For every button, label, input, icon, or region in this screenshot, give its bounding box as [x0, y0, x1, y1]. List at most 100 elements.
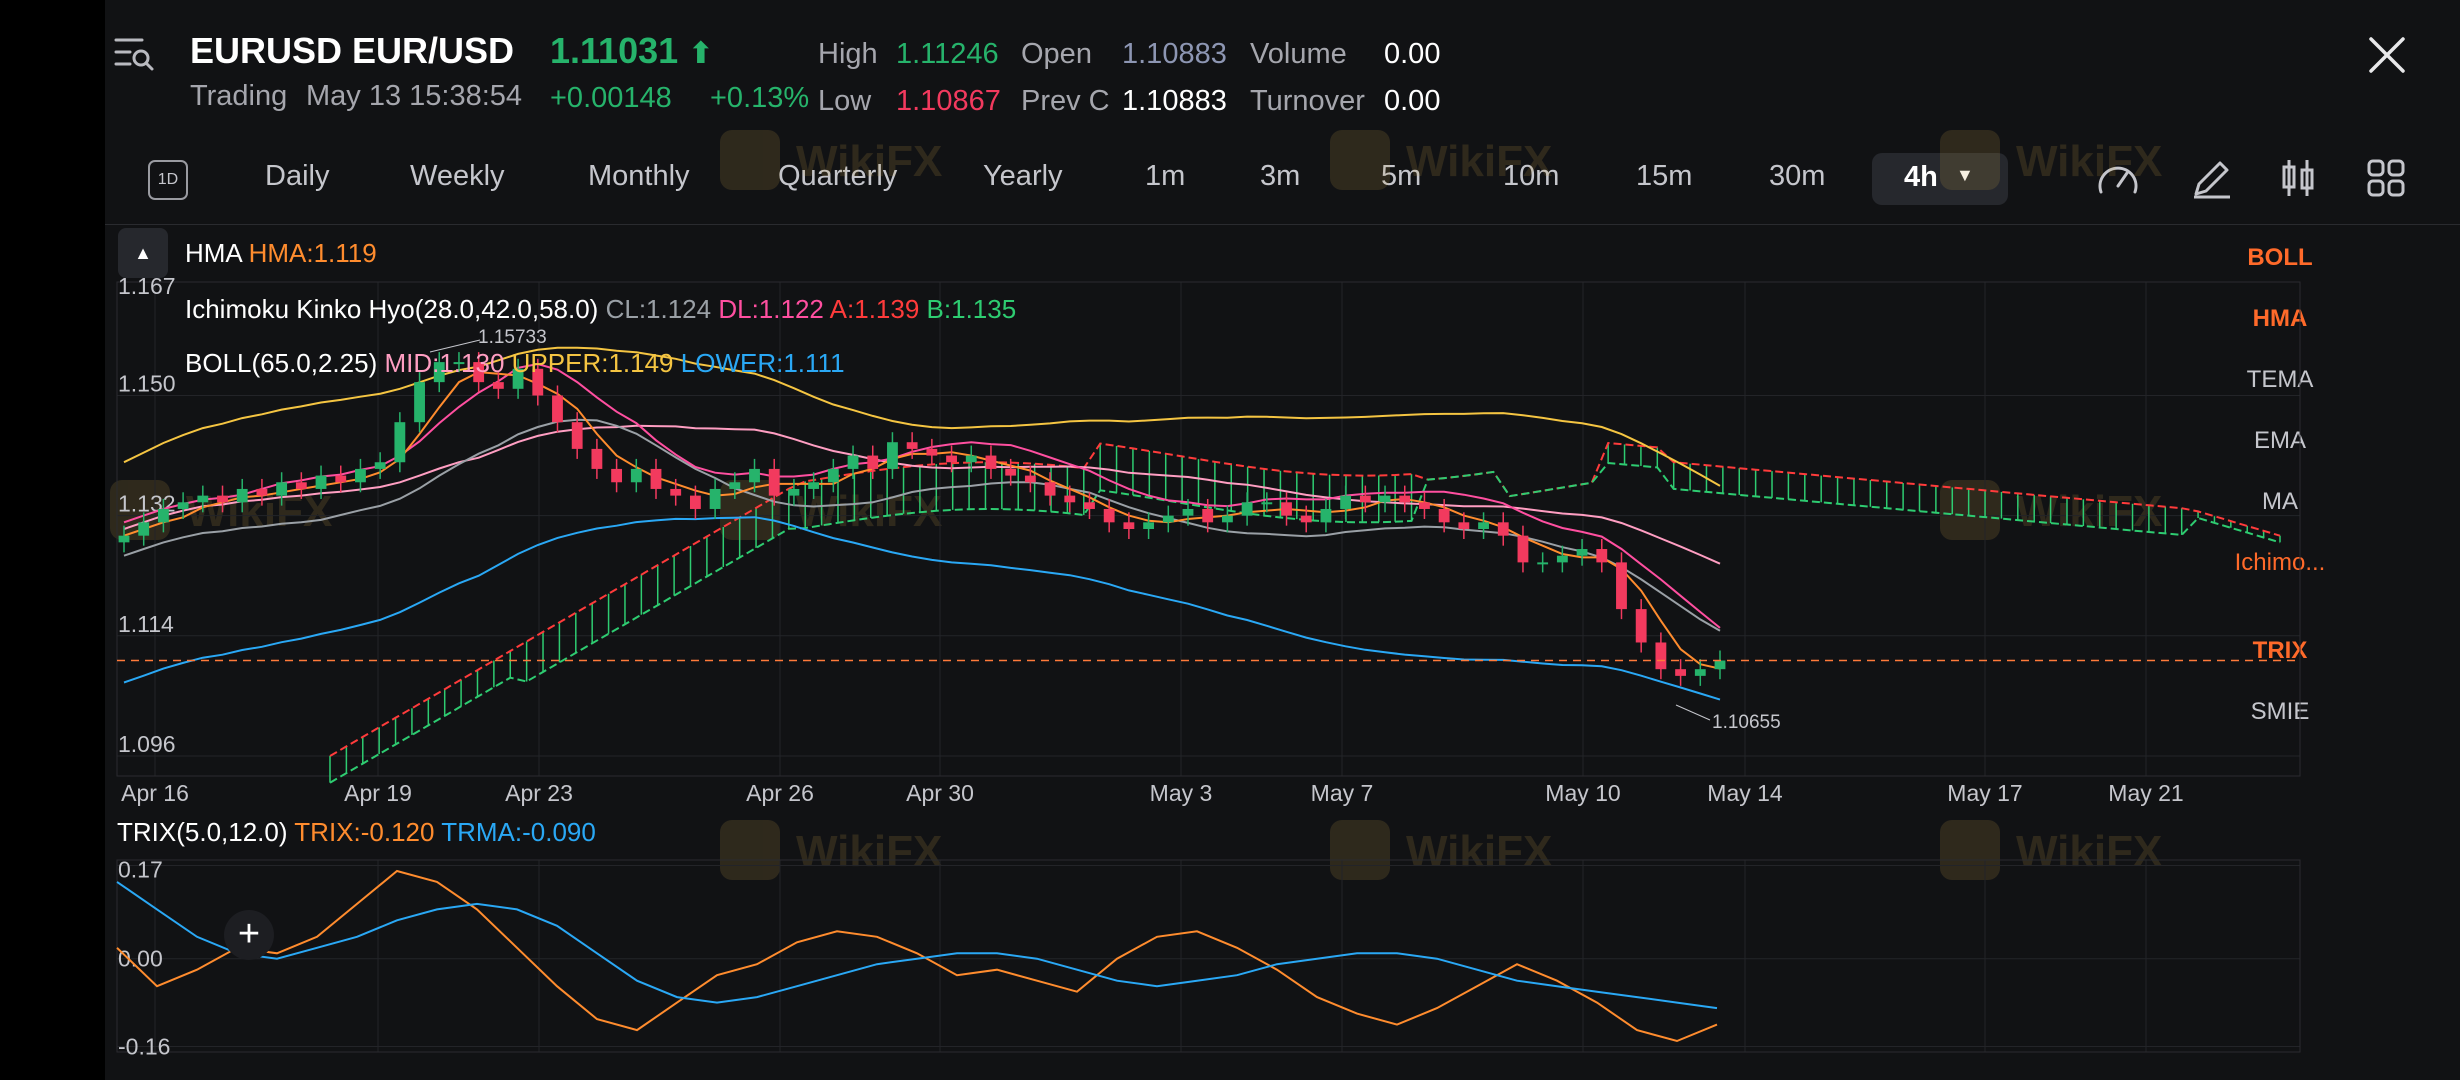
candle-body	[1044, 482, 1056, 496]
candle-body	[985, 455, 997, 469]
candle-body	[1024, 475, 1036, 483]
candle-body	[1202, 508, 1214, 523]
candle-body	[630, 468, 642, 483]
trix-line	[116, 869, 1718, 1043]
candle-body	[414, 382, 425, 423]
trix-y-tick-label: 0.00	[118, 946, 163, 972]
candle-body	[906, 442, 918, 449]
candle-body	[256, 488, 268, 496]
candle	[887, 432, 898, 479]
candle-body	[965, 455, 977, 463]
watermark-logo	[720, 130, 780, 190]
candle-body	[1655, 642, 1667, 670]
hma-legend: HMA HMA:1.119	[185, 238, 377, 269]
ichimoku-legend-dl: DL:1.122	[718, 294, 824, 324]
x-tick-label: May 7	[1311, 780, 1374, 806]
candle-body	[236, 488, 248, 503]
x-tick-label: Apr 19	[344, 780, 412, 806]
collapse-button[interactable]: ▲	[118, 228, 168, 278]
boll-legend: BOLL(65.0,2.25) MID:1.130 UPPER:1.149 LO…	[185, 348, 845, 379]
x-tick-label: May 17	[1947, 780, 2022, 806]
candle-body	[118, 535, 130, 543]
candle	[1241, 492, 1253, 526]
candle-body	[847, 455, 859, 469]
candle-body	[1379, 495, 1391, 503]
ichimoku-legend-cl: CL:1.124	[605, 294, 712, 324]
candle-body	[926, 448, 938, 456]
low-annotation: 1.10655	[1712, 712, 1781, 733]
trix-frame	[116, 859, 2301, 1053]
watermark-text: WikiFX	[796, 827, 942, 876]
candle-body	[197, 495, 209, 503]
candle-body	[1241, 502, 1253, 516]
candle-body	[827, 468, 839, 483]
watermark-text: WikiFX	[2016, 487, 2162, 536]
ichimoku-legend-b: B:1.135	[926, 294, 1017, 324]
ichimoku-legend-name: Ichimoku Kinko Hyo(28.0,42.0,58.0)	[185, 294, 599, 324]
trix-y-tick-label: -0.16	[118, 1034, 170, 1060]
candle-body	[1320, 508, 1332, 523]
candle-body	[768, 468, 780, 496]
watermark-logo	[1330, 820, 1390, 880]
price-chart[interactable]: WikiFX WikiFX WikiFX WikiFX WikiFX WikiFX Wiki…	[0, 0, 2460, 1080]
candle-body	[138, 522, 150, 536]
y-tick-label: 1.114	[118, 611, 174, 637]
candle-body	[1596, 549, 1608, 563]
candle-body	[1419, 502, 1430, 509]
x-tick-label: Apr 23	[505, 780, 573, 806]
candle	[1497, 512, 1509, 546]
candle	[374, 452, 386, 479]
candle-body	[157, 508, 169, 523]
candle-body	[650, 468, 662, 489]
candle-body	[571, 422, 583, 449]
candle	[1162, 505, 1174, 533]
trix-legend: TRIX(5.0,12.0) TRIX:-0.120 TRMA:-0.090	[117, 817, 596, 848]
plus-icon: +	[237, 913, 261, 955]
candle-body	[1162, 515, 1174, 523]
watermark-text: WikiFX	[1406, 137, 1552, 186]
candle-body	[887, 442, 898, 469]
candle	[1399, 485, 1411, 513]
candle-body	[1576, 549, 1588, 556]
ichimoku-legend-a: A:1.139	[829, 294, 920, 324]
candle-body	[1300, 515, 1312, 523]
candle-body	[276, 482, 288, 496]
ichimoku-legend: Ichimoku Kinko Hyo(28.0,42.0,58.0) CL:1.…	[185, 294, 1016, 325]
boll-lower-line	[123, 516, 1721, 701]
candle	[1103, 498, 1115, 533]
candle-body	[1517, 535, 1529, 563]
candle	[1596, 539, 1608, 573]
add-crosshair-button[interactable]: +	[224, 910, 274, 960]
candle	[1576, 539, 1588, 566]
hma-legend-name: HMA	[185, 238, 242, 268]
candle	[611, 458, 623, 493]
trma-line	[116, 881, 1718, 1010]
candle-body	[1182, 508, 1194, 516]
candle	[335, 465, 347, 493]
trix-legend-name: TRIX(5.0,12.0)	[117, 817, 288, 847]
candle	[1517, 525, 1529, 573]
candle-body	[1359, 495, 1371, 503]
candle	[1635, 599, 1647, 653]
candle-body	[335, 475, 347, 483]
candle	[1537, 552, 1549, 573]
candle-body	[867, 455, 879, 469]
candle	[394, 412, 406, 473]
candle	[1655, 632, 1667, 680]
candle-body	[749, 468, 760, 483]
candle	[1143, 512, 1155, 540]
caret-up-icon: ▲	[134, 243, 152, 263]
x-tick-label: May 10	[1545, 780, 1620, 806]
boll-legend-upper: UPPER:1.149	[511, 348, 674, 378]
candle	[1694, 659, 1706, 686]
candle-body	[492, 382, 504, 389]
high-annotation: 1.15733	[478, 327, 547, 348]
candle	[1616, 552, 1627, 620]
candle-body	[1694, 669, 1706, 676]
candle-body	[808, 482, 820, 489]
candle-body	[1221, 515, 1233, 523]
watermark-text: WikiFX	[1406, 827, 1552, 876]
candle-body	[1478, 522, 1489, 529]
candle-body	[729, 482, 741, 489]
candle-body	[315, 475, 327, 489]
